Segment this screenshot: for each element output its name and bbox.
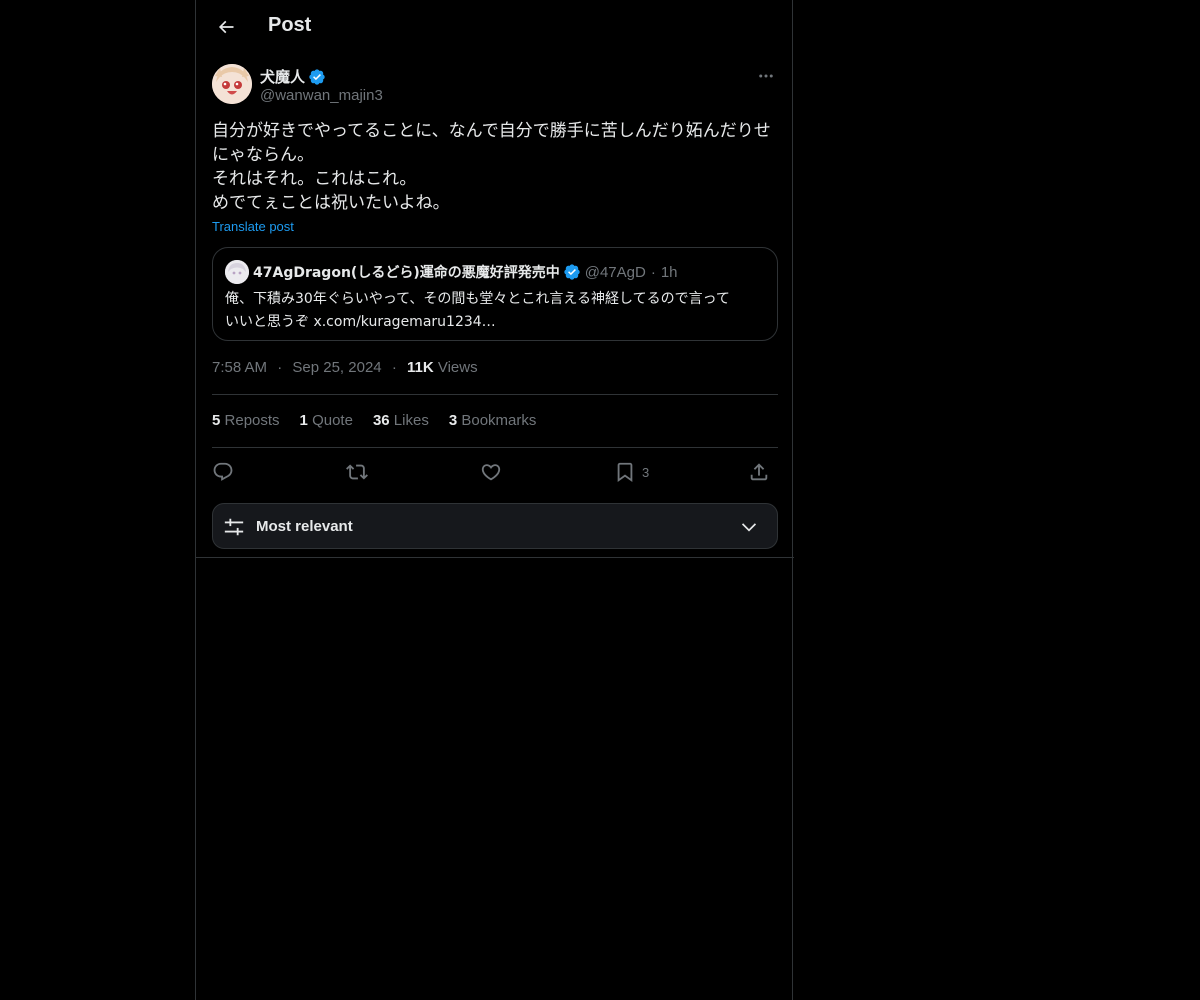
bookmark-icon [617, 462, 633, 483]
verified-badge-icon [563, 263, 581, 281]
divider [212, 447, 778, 448]
back-button[interactable] [208, 9, 244, 45]
author-name-row[interactable]: 犬魔人 [260, 66, 326, 87]
quote-header: 47AgDragon(しるどら)運命の悪魔好評発売中 @47AgD · 1h [253, 262, 678, 282]
bookmarks-stat[interactable]: 3 Bookmarks [449, 412, 537, 429]
chevron-down-icon [741, 523, 757, 532]
post-text-line: それはそれ。これはこれ。 [212, 169, 417, 189]
bookmark-count: 3 [642, 464, 650, 480]
reply-icon [213, 462, 233, 481]
quote-avatar [225, 260, 249, 284]
sliders-icon [224, 518, 244, 536]
post-author: 犬魔人 @wanwan_majin3 [212, 64, 778, 106]
author-handle[interactable]: @wanwan_majin3 [260, 87, 383, 104]
repost-button[interactable] [346, 457, 368, 487]
more-options-button[interactable] [754, 64, 778, 88]
arrow-left-icon [218, 20, 234, 34]
post-metadata: 7:58 AM · Sep 25, 2024 · 11K Views [212, 359, 478, 376]
heart-icon [481, 464, 501, 481]
bookmark-button[interactable]: 3 [614, 457, 649, 487]
verified-badge-icon [308, 68, 326, 86]
meta-separator-dot: · [277, 359, 283, 376]
quote-timestamp: 1h [660, 263, 678, 281]
page-title: Post [268, 14, 312, 36]
post-text-line: めでてぇことは祝いたいよね。 [212, 193, 450, 213]
reposts-label: Reposts [224, 412, 280, 429]
post-text-line: 自分が好きでやってることに、なんで自分で勝手に苦しんだり妬んだりせ [212, 121, 771, 141]
quotes-stat[interactable]: 1 Quote [300, 412, 353, 429]
views-label: Views [437, 359, 478, 376]
meta-separator-dot: · [391, 359, 397, 376]
bookmarks-label: Bookmarks [461, 412, 537, 429]
quotes-label: Quote [312, 412, 353, 429]
post-stats: 5 Reposts 1 Quote 36 Likes 3 Bookmarks [212, 412, 556, 429]
post-text: 自分が好きでやってることに、なんで自分で勝手に苦しんだり妬んだりせ にゃならん。… [212, 119, 778, 215]
quote-separator-dot: · [650, 263, 656, 281]
divider [196, 557, 794, 558]
sort-replies-dropdown[interactable]: Most relevant [212, 503, 778, 549]
quotes-count: 1 [299, 412, 308, 429]
reposts-count: 5 [212, 412, 221, 429]
repost-icon [346, 464, 368, 480]
reply-button[interactable] [212, 457, 234, 487]
post-text-line: にゃならん。 [212, 145, 314, 165]
sort-label: Most relevant [256, 518, 353, 535]
quote-text-line: 俺、下積み30年ぐらいやって、その間も堂々とこれ言える神経してるので言って [225, 291, 730, 307]
bookmarks-count: 3 [448, 412, 458, 429]
avatar-image [212, 64, 252, 104]
quoted-post[interactable]: 47AgDragon(しるどら)運命の悪魔好評発売中 @47AgD · 1h 俺… [212, 247, 778, 341]
translate-post-link[interactable]: Translate post [212, 219, 294, 234]
like-button[interactable] [480, 457, 502, 487]
likes-label: Likes [393, 412, 429, 429]
share-button[interactable] [748, 457, 770, 487]
author-name: 犬魔人 [260, 69, 306, 86]
likes-count: 36 [372, 412, 390, 429]
avatar[interactable] [212, 64, 252, 104]
more-horizontal-icon [759, 74, 773, 78]
quote-text: 俺、下積み30年ぐらいやって、その間も堂々とこれ言える神経してるので言って いい… [225, 288, 770, 334]
divider [212, 394, 778, 395]
share-icon [750, 463, 768, 481]
post-time[interactable]: 7:58 AM [212, 359, 267, 376]
reposts-stat[interactable]: 5 Reposts [212, 412, 280, 429]
primary-column: Post 犬魔人 @wanwan_majin3 自分が好きでやってることに、なん… [195, 0, 794, 1000]
top-bar: Post [196, 0, 794, 54]
likes-stat[interactable]: 36 Likes [373, 412, 429, 429]
action-bar: 3 [212, 457, 778, 487]
quote-author-handle: @47AgD [584, 263, 646, 281]
views-count: 11K [406, 359, 434, 376]
quote-author-name: 47AgDragon(しるどら)運命の悪魔好評発売中 [253, 265, 560, 281]
quote-text-line: いいと思うぞ x.com/kuragemaru1234… [225, 314, 496, 330]
post-date[interactable]: Sep 25, 2024 [292, 359, 381, 376]
